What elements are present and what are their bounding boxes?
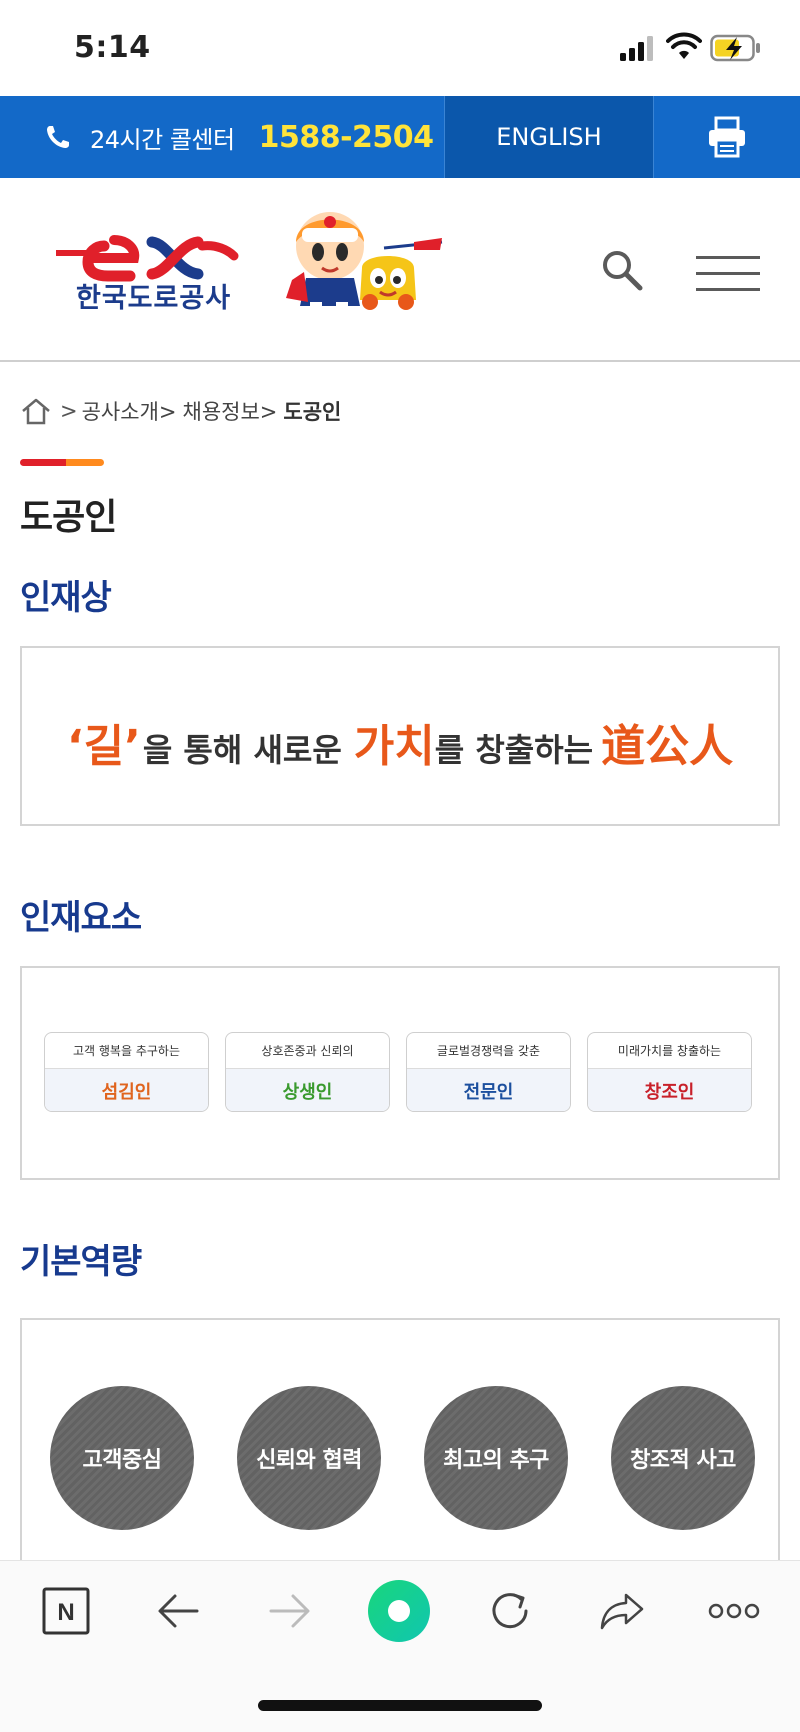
competency-circles: 고객중심 신뢰와 협력 최고의 추구 창조적 사고 xyxy=(50,1386,755,1530)
element-card-desc: 글로벌경쟁력을 갖춘 xyxy=(407,1033,570,1069)
element-card-changjo: 미래가치를 창출하는 창조인 xyxy=(587,1032,752,1112)
reload-button[interactable] xyxy=(470,1561,550,1661)
back-arrow-icon xyxy=(158,1594,199,1628)
forward-button[interactable] xyxy=(250,1561,330,1661)
cellular-signal-icon xyxy=(620,36,653,61)
forward-arrow-icon xyxy=(269,1594,310,1628)
site-header: 한국도로공사 xyxy=(0,178,800,362)
utility-bar: 24시간 콜센터 1588-2504 ENGLISH xyxy=(0,96,800,178)
call-center-number: 1588-2504 xyxy=(258,119,434,155)
status-bar: 5:14 xyxy=(0,0,800,96)
slogan-part-4: 를 창출하는 xyxy=(434,731,594,769)
share-icon xyxy=(600,1593,644,1630)
slogan: ‘길’ 을 통해 새로운 가치 를 창출하는 道公人 xyxy=(22,648,778,824)
home-icon[interactable] xyxy=(20,396,52,426)
call-center-label: 24시간 콜센터 xyxy=(90,125,235,154)
section-title-elements: 인재요소 xyxy=(20,898,142,938)
breadcrumb-item-recruit[interactable]: 채용정보> xyxy=(183,396,278,426)
breadcrumb-current: 도공인 xyxy=(283,400,342,424)
green-home-button[interactable] xyxy=(359,1561,439,1661)
battery-charging-icon xyxy=(710,34,760,62)
element-card-desc: 고객 행복을 추구하는 xyxy=(45,1033,208,1069)
element-cards: 고객 행복을 추구하는 섬김인 상호존중과 신뢰의 상생인 글로벌경쟁력을 갖춘… xyxy=(44,1032,752,1112)
hamburger-menu-icon[interactable] xyxy=(696,254,760,294)
element-card-seomgim: 고객 행복을 추구하는 섬김인 xyxy=(44,1032,209,1112)
slogan-box: ‘길’ 을 통해 새로운 가치 를 창출하는 道公人 xyxy=(20,646,780,826)
mascot-illustration xyxy=(286,212,443,318)
page-title: 도공인 xyxy=(20,497,117,538)
elements-box: 고객 행복을 추구하는 섬김인 상호존중과 신뢰의 상생인 글로벌경쟁력을 갖춘… xyxy=(20,966,780,1180)
slogan-part-dogongin: 道公人 xyxy=(601,721,734,772)
section-title-competencies: 기본역량 xyxy=(20,1242,142,1282)
breadcrumb: > 공사소개> 채용정보> 도공인 xyxy=(20,396,341,426)
element-card-jeonmun: 글로벌경쟁력을 갖춘 전문인 xyxy=(406,1032,571,1112)
naver-n-label: N xyxy=(57,1599,74,1626)
phone-icon xyxy=(47,126,69,148)
competencies-box: 고객중심 신뢰와 협력 최고의 추구 창조적 사고 xyxy=(20,1318,780,1578)
print-button[interactable] xyxy=(653,96,800,178)
slogan-part-road: ‘길’ xyxy=(66,721,141,772)
naver-n-icon: N xyxy=(42,1587,90,1635)
logo-text: 한국도로공사 xyxy=(76,283,232,314)
more-icon xyxy=(708,1603,760,1619)
element-card-desc: 미래가치를 창출하는 xyxy=(588,1033,751,1069)
naver-home-button[interactable]: N xyxy=(26,1561,106,1661)
competency-trust: 신뢰와 협력 xyxy=(237,1386,381,1530)
share-button[interactable] xyxy=(582,1561,662,1661)
slogan-part-2: 을 통해 새로운 xyxy=(142,731,342,769)
breadcrumb-separator: > xyxy=(60,399,78,423)
back-button[interactable] xyxy=(138,1561,218,1661)
element-card-name: 창조인 xyxy=(588,1069,751,1111)
status-time: 5:14 xyxy=(74,30,151,65)
home-indicator[interactable] xyxy=(258,1700,542,1711)
competency-creative: 창조적 사고 xyxy=(611,1386,755,1530)
call-center-link[interactable]: 24시간 콜센터 1588-2504 xyxy=(0,96,444,178)
breadcrumb-item-about[interactable]: 공사소개> xyxy=(82,396,177,426)
reload-icon xyxy=(492,1593,528,1629)
more-button[interactable] xyxy=(694,1561,774,1661)
search-icon[interactable] xyxy=(600,248,644,292)
competency-excellence: 최고의 추구 xyxy=(424,1386,568,1530)
element-card-name: 전문인 xyxy=(407,1069,570,1111)
slogan-part-value: 가치 xyxy=(353,721,435,772)
element-card-name: 섬김인 xyxy=(45,1069,208,1111)
english-button[interactable]: ENGLISH xyxy=(444,96,653,178)
competency-customer: 고객중심 xyxy=(50,1386,194,1530)
home-circle-icon xyxy=(368,1580,430,1642)
element-card-name: 상생인 xyxy=(226,1069,389,1111)
element-card-desc: 상호존중과 신뢰의 xyxy=(226,1033,389,1069)
wifi-icon xyxy=(666,32,702,59)
element-card-sangsaeng: 상호존중과 신뢰의 상생인 xyxy=(225,1032,390,1112)
title-accent-bar xyxy=(20,459,104,466)
printer-icon xyxy=(709,116,745,158)
section-title-ideal: 인재상 xyxy=(20,578,112,618)
